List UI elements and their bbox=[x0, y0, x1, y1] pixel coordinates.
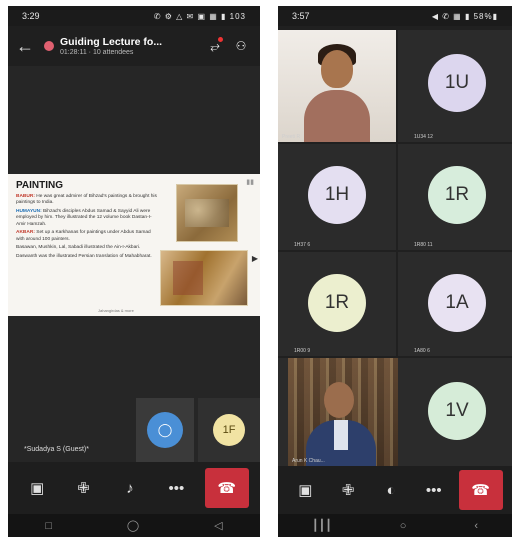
nav-back-icon[interactable]: ‹ bbox=[474, 520, 478, 532]
slide-next-icon[interactable]: ▶ bbox=[252, 254, 258, 263]
nav-square-icon[interactable]: □ bbox=[45, 520, 52, 532]
participant-avatar: 1V bbox=[428, 382, 486, 440]
mughal-painting-image bbox=[176, 184, 238, 242]
participant-tile[interactable]: 1V bbox=[398, 358, 512, 466]
camera-off-icon[interactable]: ▣ bbox=[287, 472, 323, 508]
notification-badge bbox=[218, 37, 223, 42]
shared-slide: PAINTING BABUR: He was great admirer of … bbox=[8, 174, 260, 316]
slide-footer: Jahangirdas & more bbox=[98, 308, 134, 313]
slide-line: HUMAYUN: Bihzad's disciples Abdus Samad … bbox=[16, 208, 152, 227]
nav-recent-icon[interactable]: ┃┃┃ bbox=[312, 519, 332, 532]
meeting-stage-top bbox=[8, 66, 260, 174]
status-bar: 3:57 ◀ ✆ ▦ ▮ 58%▮ bbox=[278, 6, 512, 26]
left-phone-screen: 3:29 ✆ ⚙ △ ✉ ▣ ▦ ▮ 103 ← Guiding Lecture… bbox=[8, 6, 260, 537]
participant-tile[interactable]: 1R 1R80 11 bbox=[398, 144, 512, 250]
participant-caption: 1A80 6 bbox=[414, 348, 430, 354]
participant-caption: 1U34 12 bbox=[414, 134, 433, 140]
participant-avatar: 1R bbox=[428, 166, 486, 224]
participant-tile[interactable]: 1A 1A80 6 bbox=[398, 252, 512, 356]
participant-caption: Arun K Chau... bbox=[292, 458, 325, 464]
participant-caption: 1R80 11 bbox=[414, 242, 433, 248]
nav-home-icon[interactable]: ○ bbox=[400, 520, 407, 532]
mic-off-icon[interactable]: ✙ bbox=[330, 472, 366, 508]
self-avatar-icon: ◯ bbox=[147, 412, 183, 448]
right-phone-screen: 3:57 ◀ ✆ ▦ ▮ 58%▮ Preeti R 1U 1U34 12 1H… bbox=[278, 6, 512, 537]
participant-avatar: 1R bbox=[308, 274, 366, 332]
recording-dot-icon bbox=[44, 41, 54, 51]
video-head bbox=[321, 50, 353, 88]
participant-tile[interactable]: 1F bbox=[198, 398, 260, 462]
call-controls: ▣ ✙ ♪ ••• ☎ bbox=[8, 462, 260, 514]
status-icons: ◀ ✆ ▦ ▮ 58%▮ bbox=[431, 11, 498, 21]
video-body bbox=[304, 90, 370, 142]
participant-tile[interactable]: 1R 1R00 9 bbox=[278, 252, 396, 356]
meeting-info: Guiding Lecture fo... 01:28:11 · 10 atte… bbox=[60, 36, 200, 56]
slide-corner-icon: ▮▮ bbox=[246, 179, 254, 186]
end-call-button[interactable]: ☎ bbox=[458, 470, 503, 510]
participant-avatar: 1H bbox=[308, 166, 366, 224]
participant-video-female[interactable] bbox=[278, 30, 396, 142]
participants-icon[interactable]: ⚇ bbox=[230, 35, 252, 57]
status-icons: ✆ ⚙ △ ✉ ▣ ▦ ▮ 103 bbox=[153, 11, 246, 21]
nav-circle-icon[interactable]: ◯ bbox=[127, 519, 139, 532]
speaker-icon[interactable]: ♪ bbox=[112, 470, 148, 506]
participant-tile[interactable]: 1H 1H37 6 bbox=[278, 144, 396, 250]
more-options-icon[interactable]: ••• bbox=[416, 472, 452, 508]
headset-icon[interactable]: ◐ bbox=[373, 472, 409, 508]
participant-avatar: 1A bbox=[428, 274, 486, 332]
mughal-painting-image bbox=[160, 250, 248, 306]
share-screen-icon[interactable]: ⥂ bbox=[204, 35, 226, 57]
guest-name-label: *Sudadya S (Guest)* bbox=[24, 446, 89, 453]
video-head bbox=[324, 382, 354, 418]
participant-caption: 1H37 6 bbox=[294, 242, 311, 248]
call-controls: ▣ ✙ ◐ ••• ☎ bbox=[278, 466, 512, 514]
status-time: 3:29 bbox=[22, 11, 40, 21]
camera-off-icon[interactable]: ▣ bbox=[19, 470, 55, 506]
mic-off-icon[interactable]: ✙ bbox=[66, 470, 102, 506]
slide-line: Basawan, Mushkin, Lal, Sabadi illustrate… bbox=[16, 245, 141, 251]
end-call-button[interactable]: ☎ bbox=[204, 468, 249, 508]
participant-video-male[interactable] bbox=[288, 358, 398, 466]
slide-line: Daswanth was the illustrated Persian tra… bbox=[16, 253, 152, 259]
android-nav-bar: ┃┃┃ ○ ‹ bbox=[278, 514, 512, 537]
status-bar: 3:29 ✆ ⚙ △ ✉ ▣ ▦ ▮ 103 bbox=[8, 6, 260, 26]
participant-tile[interactable]: 1U 1U34 12 bbox=[398, 30, 512, 142]
slide-text: BABUR: He was great admirer of Bihzad's … bbox=[16, 194, 158, 260]
meeting-subtitle: 01:28:11 · 10 attendees bbox=[60, 49, 134, 56]
participant-caption: 1R00 9 bbox=[294, 348, 311, 354]
video-shirt bbox=[334, 420, 348, 450]
slide-line: BABUR: He was great admirer of Bihzad's … bbox=[16, 194, 157, 206]
more-options-icon[interactable]: ••• bbox=[158, 470, 194, 506]
nav-back-icon[interactable]: ◁ bbox=[214, 519, 222, 532]
self-video-tile[interactable]: ◯ bbox=[136, 398, 194, 462]
meeting-title: Guiding Lecture fo... bbox=[60, 36, 163, 48]
slide-line: AKBAR: Set up a Karkhanas for paintings … bbox=[16, 230, 151, 242]
participant-caption: Preeti R bbox=[282, 134, 301, 140]
android-nav-bar: □ ◯ ◁ bbox=[8, 514, 260, 537]
status-time: 3:57 bbox=[292, 11, 310, 21]
back-arrow-icon[interactable]: ← bbox=[16, 36, 44, 57]
call-header: ← Guiding Lecture fo... 01:28:11 · 10 at… bbox=[8, 26, 260, 66]
participant-avatar: 1U bbox=[428, 54, 486, 112]
participant-avatar: 1F bbox=[213, 414, 245, 446]
